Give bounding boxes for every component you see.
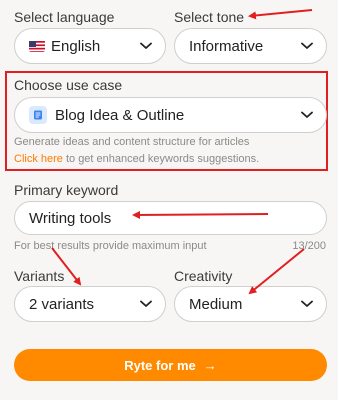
creativity-select[interactable]: Medium bbox=[174, 286, 327, 322]
language-value: English bbox=[51, 37, 101, 55]
document-icon bbox=[29, 106, 47, 124]
use-case-label: Choose use case bbox=[14, 77, 123, 93]
link-suffix-text: to get enhanced keywords suggestions. bbox=[62, 153, 260, 165]
variants-value: 2 variants bbox=[29, 295, 95, 313]
chevron-down-icon bbox=[139, 39, 153, 53]
creativity-label: Creativity bbox=[174, 268, 233, 284]
use-case-description: Generate ideas and content structure for… bbox=[14, 136, 250, 148]
language-select[interactable]: English bbox=[14, 28, 166, 64]
ryte-button-label: Ryte for me bbox=[124, 357, 196, 373]
chevron-down-icon bbox=[300, 39, 314, 53]
arrow-to-select-tone bbox=[248, 9, 313, 20]
keyword-label: Primary keyword bbox=[14, 182, 119, 198]
ryte-for-me-button[interactable]: Ryte for me → bbox=[14, 349, 327, 381]
tone-value: Informative bbox=[189, 37, 264, 55]
chevron-down-icon bbox=[300, 108, 314, 122]
use-case-select[interactable]: Blog Idea & Outline bbox=[14, 97, 327, 133]
tone-select[interactable]: Informative bbox=[174, 28, 327, 64]
use-case-value: Blog Idea & Outline bbox=[55, 106, 185, 124]
chevron-down-icon bbox=[139, 297, 153, 311]
keyword-suggestion-note: Click here to get enhanced keywords sugg… bbox=[14, 153, 259, 165]
us-flag-icon bbox=[29, 40, 45, 52]
creativity-value: Medium bbox=[189, 295, 243, 313]
chevron-down-icon bbox=[300, 297, 314, 311]
variants-label: Variants bbox=[14, 268, 65, 284]
keyword-value: Writing tools bbox=[29, 209, 112, 227]
arrow-right-icon: → bbox=[203, 357, 217, 373]
variants-select[interactable]: 2 variants bbox=[14, 286, 166, 322]
keyword-hint: For best results provide maximum input bbox=[14, 240, 207, 252]
click-here-link[interactable]: Click here bbox=[14, 153, 63, 165]
language-label: Select language bbox=[14, 9, 115, 25]
tone-label: Select tone bbox=[174, 9, 245, 25]
keyword-input[interactable]: Writing tools bbox=[14, 201, 327, 235]
keyword-counter: 13/200 bbox=[292, 240, 326, 252]
